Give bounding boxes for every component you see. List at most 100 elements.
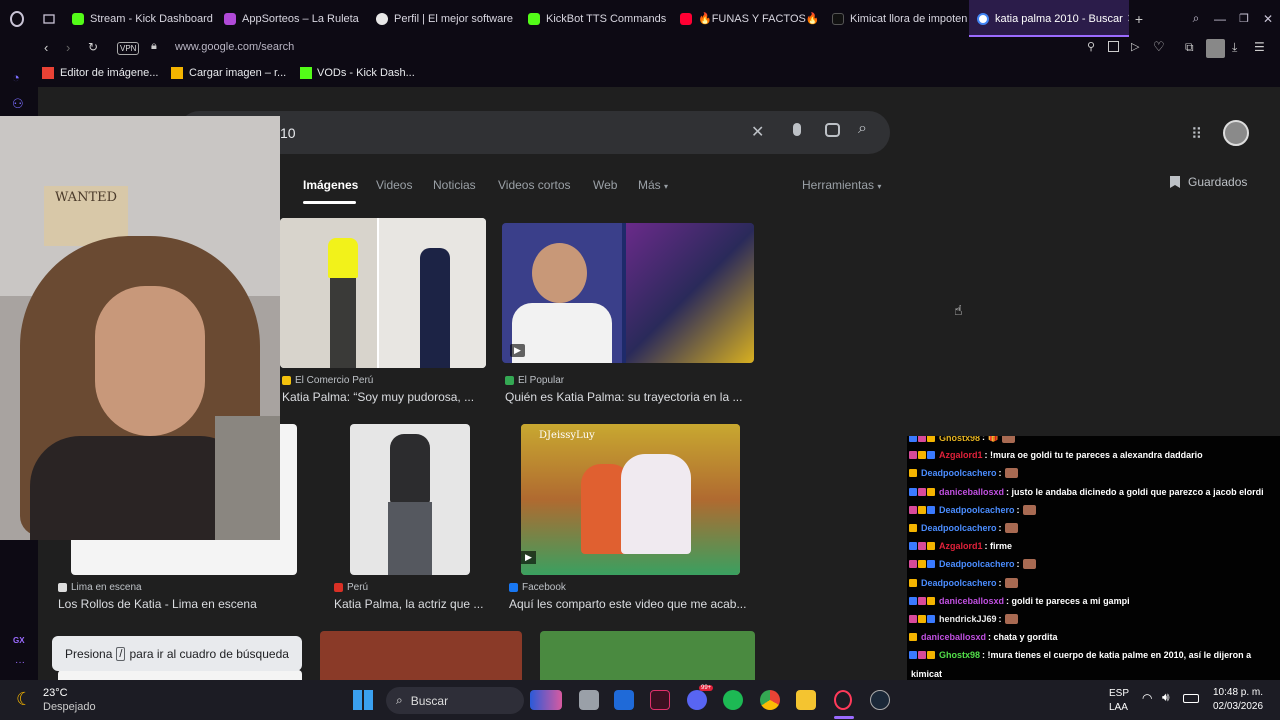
- result-image[interactable]: ▶: [502, 223, 754, 363]
- chat-username[interactable]: Deadpoolcachero: [921, 578, 997, 588]
- saved-button[interactable]: Guardados: [1170, 175, 1247, 189]
- chat-username[interactable]: Ghostx98: [939, 650, 980, 660]
- tab-news[interactable]: Noticias: [433, 178, 476, 192]
- result-image[interactable]: [58, 670, 302, 680]
- tab-search-icon[interactable]: [34, 0, 64, 37]
- task-view-icon[interactable]: [579, 690, 599, 710]
- tab-kickbot[interactable]: KickBot TTS Commands: [520, 0, 672, 37]
- sidebar-more-icon[interactable]: ···: [15, 657, 25, 668]
- clear-icon[interactable]: ✕: [751, 122, 764, 142]
- back-icon[interactable]: ‹: [44, 40, 48, 55]
- forward-icon[interactable]: ›: [66, 40, 70, 55]
- chat-username[interactable]: Deadpoolcachero: [939, 559, 1015, 569]
- search-input[interactable]: 10: [280, 125, 296, 141]
- battery-icon[interactable]: [1183, 694, 1199, 703]
- bookmark-editor-imagenes[interactable]: Editor de imágene...: [42, 67, 158, 79]
- chat-username[interactable]: hendrickJJ69: [939, 614, 997, 624]
- account-avatar[interactable]: [1223, 120, 1249, 146]
- chat-username[interactable]: Ghostx98: [939, 436, 980, 443]
- result-title[interactable]: Aquí les comparto este video que me acab…: [509, 597, 746, 611]
- vegas-icon[interactable]: [650, 690, 670, 710]
- download-icon[interactable]: ⤓: [1232, 40, 1237, 55]
- heart-icon[interactable]: ♡: [1153, 39, 1165, 55]
- result-title[interactable]: Los Rollos de Katia - Lima en escena: [58, 597, 257, 611]
- pin-icon[interactable]: ⚲: [1087, 40, 1095, 53]
- opera-gx-icon[interactable]: [834, 690, 852, 710]
- tab-kick-dashboard[interactable]: Stream - Kick Dashboard: [64, 0, 216, 37]
- tab-perfil[interactable]: Perfil | El mejor software: [368, 0, 520, 37]
- taskbar-search[interactable]: ⌕ Buscar: [386, 687, 524, 714]
- lens-icon[interactable]: [825, 123, 840, 137]
- copilot-icon[interactable]: [530, 690, 562, 710]
- clock-time[interactable]: 10:48 p. m.: [1213, 687, 1263, 698]
- tab-web[interactable]: Web: [593, 178, 617, 192]
- discord-icon[interactable]: [687, 690, 707, 710]
- search-tabs-icon[interactable]: ⌕: [1184, 11, 1208, 26]
- lang-esp[interactable]: ESP: [1109, 688, 1129, 699]
- tab-short-videos[interactable]: Videos cortos: [498, 178, 571, 192]
- player-icon[interactable]: ▷: [1131, 40, 1139, 53]
- result-image[interactable]: DJeissyLuy ▶: [521, 424, 740, 575]
- search-icon[interactable]: ⌕: [858, 120, 867, 138]
- result-image[interactable]: [320, 631, 522, 680]
- result-title[interactable]: Katia Palma: “Soy muy pudorosa, ...: [282, 390, 474, 404]
- extensions-icon[interactable]: ⧉: [1185, 40, 1194, 55]
- reload-icon[interactable]: ↻: [88, 40, 98, 54]
- tools-button[interactable]: Herramientas ▾: [802, 178, 881, 192]
- tab-katia-palma-search[interactable]: katia palma 2010 - Buscar ✕: [969, 0, 1129, 37]
- spotify-icon[interactable]: [723, 690, 743, 710]
- chat-username[interactable]: Azgalord1: [939, 450, 983, 460]
- close-window-icon[interactable]: ✕: [1256, 12, 1280, 26]
- start-windows-icon[interactable]: [353, 690, 373, 710]
- profile-avatar[interactable]: [1206, 39, 1225, 58]
- tab-more[interactable]: Más ▾: [638, 178, 668, 192]
- search-box[interactable]: 10 ✕ ⌕: [178, 111, 890, 154]
- vpn-badge[interactable]: VPN: [117, 42, 140, 55]
- steam-icon[interactable]: [870, 690, 890, 710]
- outlook-icon[interactable]: [614, 690, 634, 710]
- opera-logo-icon[interactable]: [0, 0, 34, 37]
- chat-username[interactable]: daniceballosxd: [939, 487, 1004, 497]
- snapshot-icon[interactable]: [1108, 41, 1119, 52]
- file-explorer-icon[interactable]: [796, 690, 816, 710]
- close-tab-icon[interactable]: ✕: [1127, 12, 1129, 25]
- minimize-icon[interactable]: —: [1208, 12, 1232, 26]
- chat-username[interactable]: Deadpoolcachero: [921, 468, 997, 478]
- volume-icon[interactable]: 🔊︎: [1162, 690, 1170, 705]
- chat-username[interactable]: Azgalord1: [939, 541, 983, 551]
- bookmark-vods-kick[interactable]: VODs - Kick Dash...: [300, 67, 415, 79]
- tab-videos[interactable]: Videos: [376, 178, 412, 192]
- result-image[interactable]: [280, 218, 486, 368]
- apps-grid-icon[interactable]: ⠿: [1191, 125, 1202, 143]
- chat-message: Ghostx98: !mura tienes el cuerpo de kati…: [909, 650, 1251, 660]
- sidebar-aria-icon[interactable]: ◔: [12, 70, 20, 85]
- chat-username[interactable]: Deadpoolcachero: [921, 523, 997, 533]
- chat-badge-icon: [927, 487, 935, 496]
- bookmark-cargar-imagen[interactable]: Cargar imagen – r...: [171, 67, 286, 79]
- clock-date[interactable]: 02/03/2026: [1213, 701, 1263, 712]
- tab-kimicat[interactable]: Kimicat llora de impoten: [824, 0, 969, 37]
- mic-icon[interactable]: [793, 123, 801, 136]
- result-title[interactable]: Quién es Katia Palma: su trayectoria en …: [505, 390, 742, 404]
- tab-images[interactable]: Imágenes: [303, 178, 358, 192]
- chat-username[interactable]: Deadpoolcachero: [939, 505, 1015, 515]
- wifi-icon[interactable]: ◠: [1142, 691, 1152, 705]
- sidebar-ai-icon[interactable]: ⚇: [12, 96, 24, 112]
- menu-icon[interactable]: ☰: [1254, 40, 1265, 54]
- weather-temp[interactable]: 23°C: [43, 687, 68, 699]
- lang-laa[interactable]: LAA: [1109, 702, 1128, 713]
- result-image[interactable]: [350, 424, 470, 575]
- result-image[interactable]: [540, 631, 755, 680]
- chat-username[interactable]: daniceballosxd: [921, 632, 986, 642]
- weather-desc[interactable]: Despejado: [43, 701, 96, 713]
- chrome-icon[interactable]: [760, 690, 780, 710]
- chat-badge-icon: [927, 451, 935, 460]
- chat-username[interactable]: daniceballosxd: [939, 596, 1004, 606]
- maximize-icon[interactable]: ❐: [1232, 12, 1256, 25]
- tab-funas-y-factos[interactable]: 🔥FUNAS Y FACTOS🔥: [672, 0, 824, 37]
- new-tab-plus-icon[interactable]: +: [1129, 11, 1149, 27]
- url-field[interactable]: www.google.com/search: [175, 41, 294, 53]
- result-title[interactable]: Katia Palma, la actriz que ...: [334, 597, 483, 611]
- sidebar-gx-icon[interactable]: GX: [13, 636, 25, 645]
- tab-appsorteos[interactable]: AppSorteos – La Ruleta: [216, 0, 368, 37]
